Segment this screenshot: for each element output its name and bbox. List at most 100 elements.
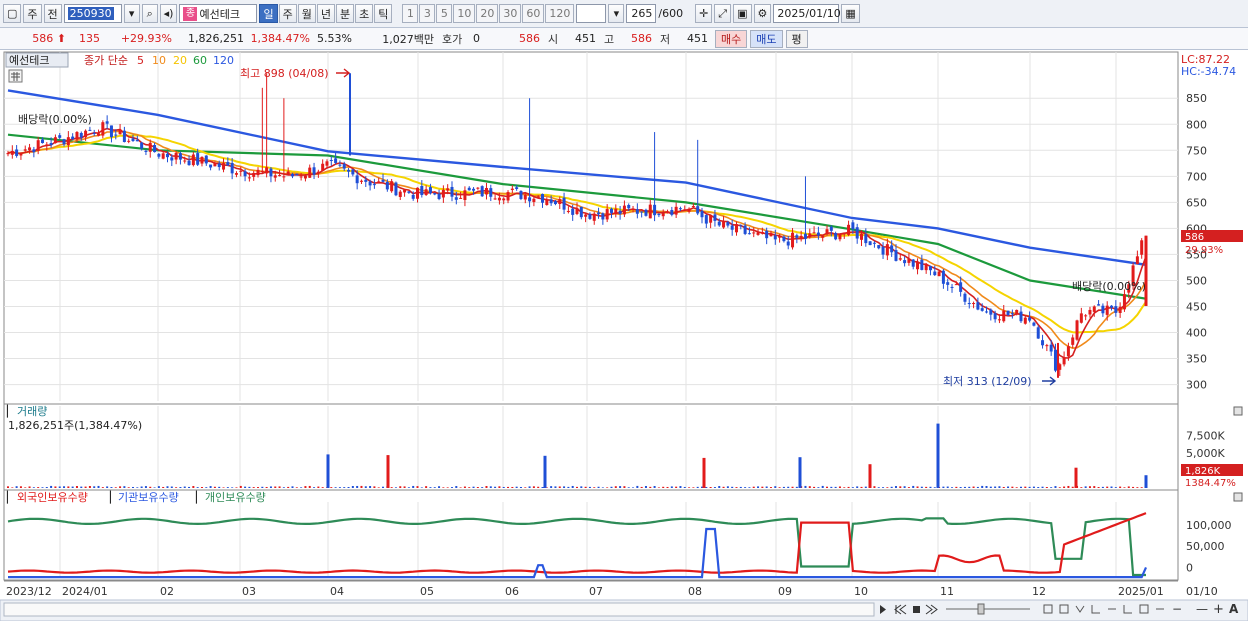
volume-bar [1101,486,1104,488]
volume-panel-close-icon[interactable] [1233,406,1243,416]
volume-panel[interactable] [3,403,1179,491]
candle-body [838,234,842,240]
period-button-5[interactable]: 초 [355,4,374,23]
interval-button-1[interactable]: 3 [419,4,436,23]
sell-button[interactable]: 매도 [750,29,783,48]
candle-body [502,198,506,201]
code-dropdown-icon[interactable]: ▾ [123,4,140,23]
volume-bar [394,487,397,488]
holdings-panel-close-icon[interactable] [1233,492,1243,502]
volume-bar [351,485,354,488]
gear-icon[interactable]: ⚙ [753,4,772,23]
interval-input[interactable] [576,4,607,23]
save-icon[interactable]: ▣ [733,4,752,23]
interval-button-2[interactable]: 5 [436,4,453,23]
interval-button-0[interactable]: 1 [402,4,419,23]
candle-body [1118,306,1122,313]
candle-body [558,199,562,205]
volume-bar [653,486,656,488]
crosshair-icon[interactable]: ✛ [695,4,713,23]
candle-body [571,208,575,215]
interval-button-7[interactable]: 120 [545,4,575,23]
candle-body [670,209,674,215]
interval-dropdown-icon[interactable]: ▾ [608,4,625,23]
candle-body [946,282,950,285]
candle-body [140,142,144,149]
font-size-icon[interactable]: A [1229,602,1239,616]
zoom-minus-icon[interactable]: − [1172,602,1182,616]
buy-button[interactable]: 매수 [715,29,748,48]
candle-body [493,198,497,200]
interval-button-5[interactable]: 30 [499,4,522,23]
volume-bar [752,486,755,488]
search-icon[interactable]: ⌕ [141,4,158,23]
volume-bar [528,486,531,488]
volume-bar [632,487,635,488]
horizontal-scrollbar[interactable] [3,602,875,617]
period-button-0[interactable]: 일 [259,4,278,23]
volume-bar [442,487,445,488]
mode-button[interactable]: 주 [23,4,42,23]
candle-body [760,231,764,234]
volume-bar [791,486,794,488]
candle-body [187,160,191,166]
volume-bar [981,485,984,488]
candle-body [204,155,208,164]
candle-body [631,209,635,211]
candle-body [605,209,609,220]
candle-body [489,188,493,197]
candle-body [851,222,855,230]
zoom-slider-thumb[interactable] [977,603,985,615]
period-button-6[interactable]: 틱 [374,4,393,23]
stock-name-field[interactable]: 종 예선테크 [179,4,258,23]
volume-bar [218,486,221,488]
period-button-2[interactable]: 월 [297,4,316,23]
volume-bar [571,485,574,488]
volume-bar [554,486,557,488]
candle-body [377,181,381,184]
calendar-icon[interactable]: ▦ [841,4,860,23]
volume-bar [153,487,156,488]
candle-body [657,213,661,216]
candle-body [347,169,351,172]
candle-body [941,270,945,284]
interval-button-4[interactable]: 20 [476,4,499,23]
candle-body [265,167,269,174]
interval-button-6[interactable]: 60 [522,4,545,23]
volume-bar [97,485,100,488]
eval-button[interactable]: 평 [785,29,808,48]
window-icon[interactable]: ▢ [3,4,22,23]
volume-spike-bar [798,457,802,488]
candle-body [114,134,118,136]
period-button-1[interactable]: 주 [278,4,297,23]
volume-bar [15,486,18,488]
zoom-out-icon[interactable]: — [1196,602,1208,616]
period-button-4[interactable]: 분 [335,4,355,23]
candle-body [28,147,32,151]
date-input[interactable]: 2025/01/10 [773,4,841,23]
volume-tick-label: 7,500K [1186,430,1225,443]
table-toggle-icon[interactable] [8,69,23,83]
stock-chart[interactable]: 3003504004505005506006507007508008502023… [0,50,1248,621]
candle-body [678,208,682,210]
volume-bar [420,487,423,488]
volume-bar [308,485,311,488]
volume-bar [446,487,449,488]
candle-body [407,191,411,193]
candle-body [174,152,178,160]
zoom-plus-icon[interactable]: + [1213,602,1224,617]
candle-body [575,208,579,214]
stock-code-input[interactable]: 250930 [63,4,122,23]
count-input[interactable]: 265 [626,4,657,23]
volume-bar [343,487,346,488]
interval-button-3[interactable]: 10 [453,4,476,23]
candle-body [1097,304,1101,306]
speaker-icon[interactable]: ◂) [159,4,178,23]
stop-icon[interactable] [913,606,920,613]
candle-body [1015,309,1019,314]
trend-icon[interactable]: ⤢ [714,4,732,23]
compare-button[interactable]: 전 [43,4,62,23]
period-button-3[interactable]: 년 [316,4,335,23]
volume-title: 거래량 [17,405,47,418]
volume-bar [778,487,781,488]
